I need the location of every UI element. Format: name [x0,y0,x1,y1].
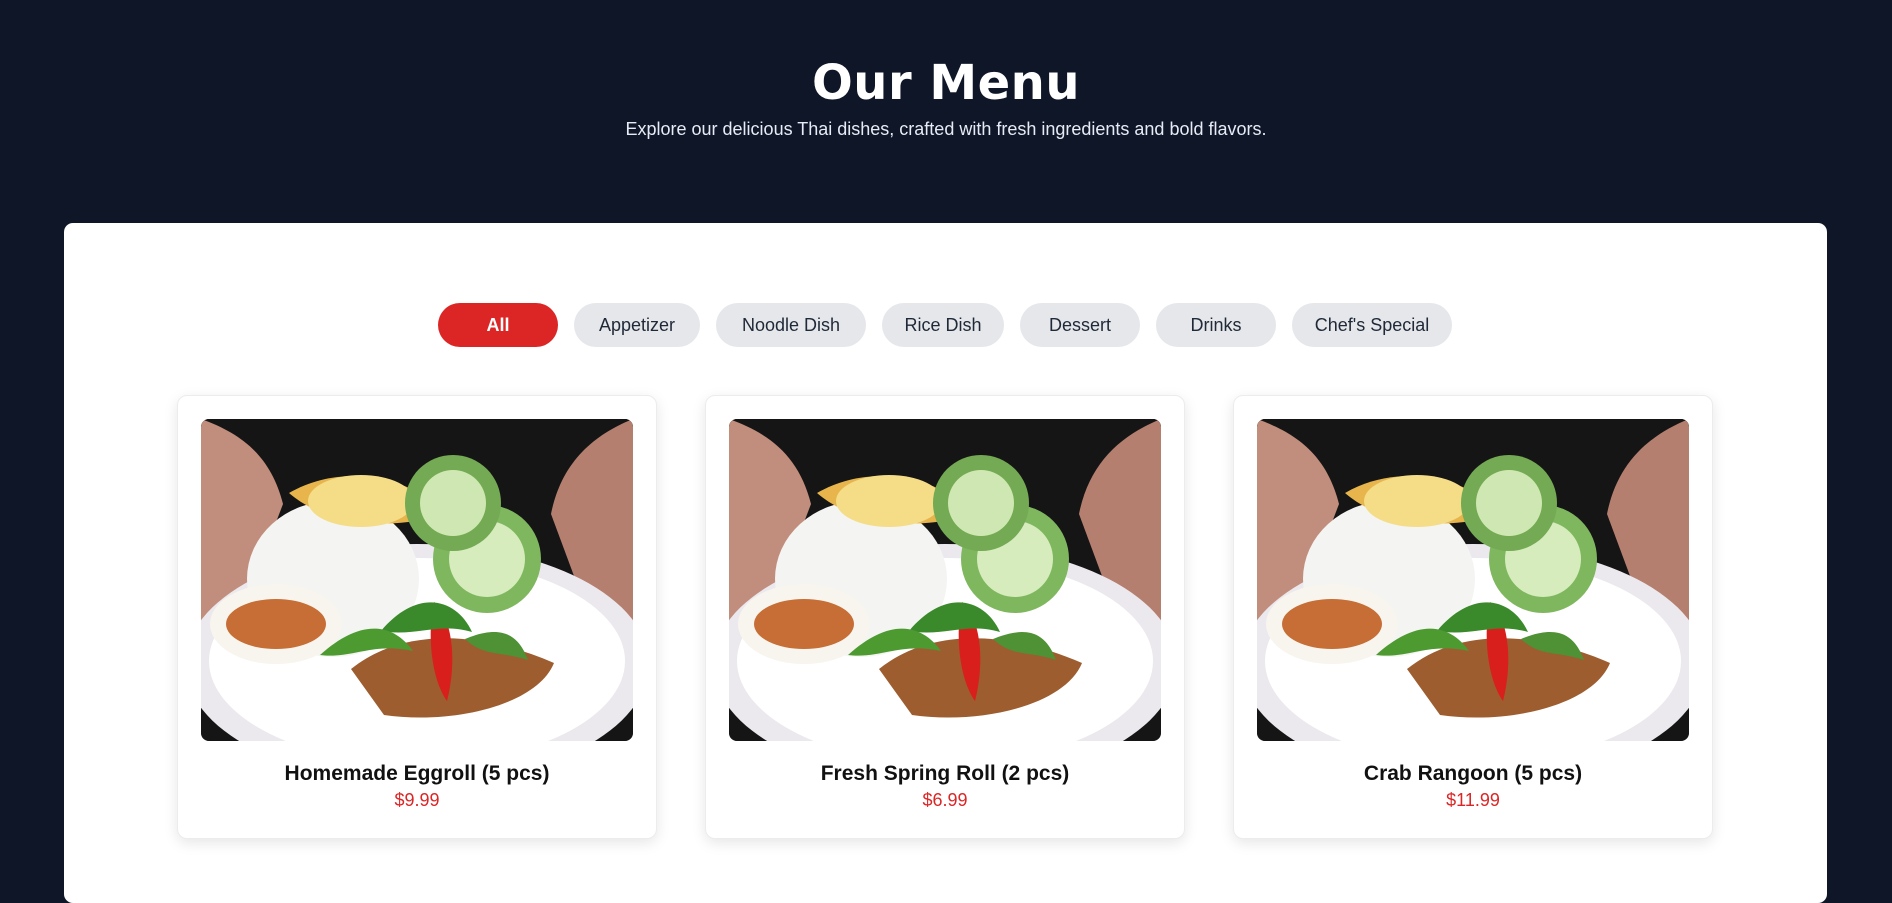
menu-item-name: Crab Rangoon (5 pcs) [1363,762,1583,785]
menu-item-card[interactable]: Crab Rangoon (5 pcs) $11.99 [1233,395,1713,839]
page-title: Our Menu [811,55,1081,111]
filter-rice-dish-button[interactable]: Rice Dish [882,303,1004,347]
menu-item-price: $11.99 [1446,790,1500,810]
menu-item-photo [729,419,1161,741]
filter-all-button[interactable]: All [438,303,558,347]
menu-items-grid: Homemade Eggroll (5 pcs) $9.99 Fresh Spr… [177,395,1713,841]
menu-item-name: Fresh Spring Roll (2 pcs) [820,762,1070,785]
filter-drinks-button[interactable]: Drinks [1156,303,1276,347]
menu-item-card[interactable]: Fresh Spring Roll (2 pcs) $6.99 [705,395,1185,839]
menu-item-price: $9.99 [394,790,440,810]
menu-item-name: Homemade Eggroll (5 pcs) [284,762,550,785]
category-filter-bar: All Appetizer Noodle Dish Rice Dish Dess… [438,303,1452,347]
filter-dessert-button[interactable]: Dessert [1020,303,1140,347]
menu-panel: All Appetizer Noodle Dish Rice Dish Dess… [64,223,1827,903]
menu-hero: Our Menu Explore our delicious Thai dish… [0,0,1892,223]
page-subtitle: Explore our delicious Thai dishes, craft… [625,119,1267,139]
filter-appetizer-button[interactable]: Appetizer [574,303,700,347]
menu-item-price: $6.99 [922,790,968,810]
menu-item-card[interactable]: Homemade Eggroll (5 pcs) $9.99 [177,395,657,839]
menu-item-photo [201,419,633,741]
menu-item-photo [1257,419,1689,741]
filter-noodle-dish-button[interactable]: Noodle Dish [716,303,866,347]
filter-chefs-special-button[interactable]: Chef's Special [1292,303,1452,347]
